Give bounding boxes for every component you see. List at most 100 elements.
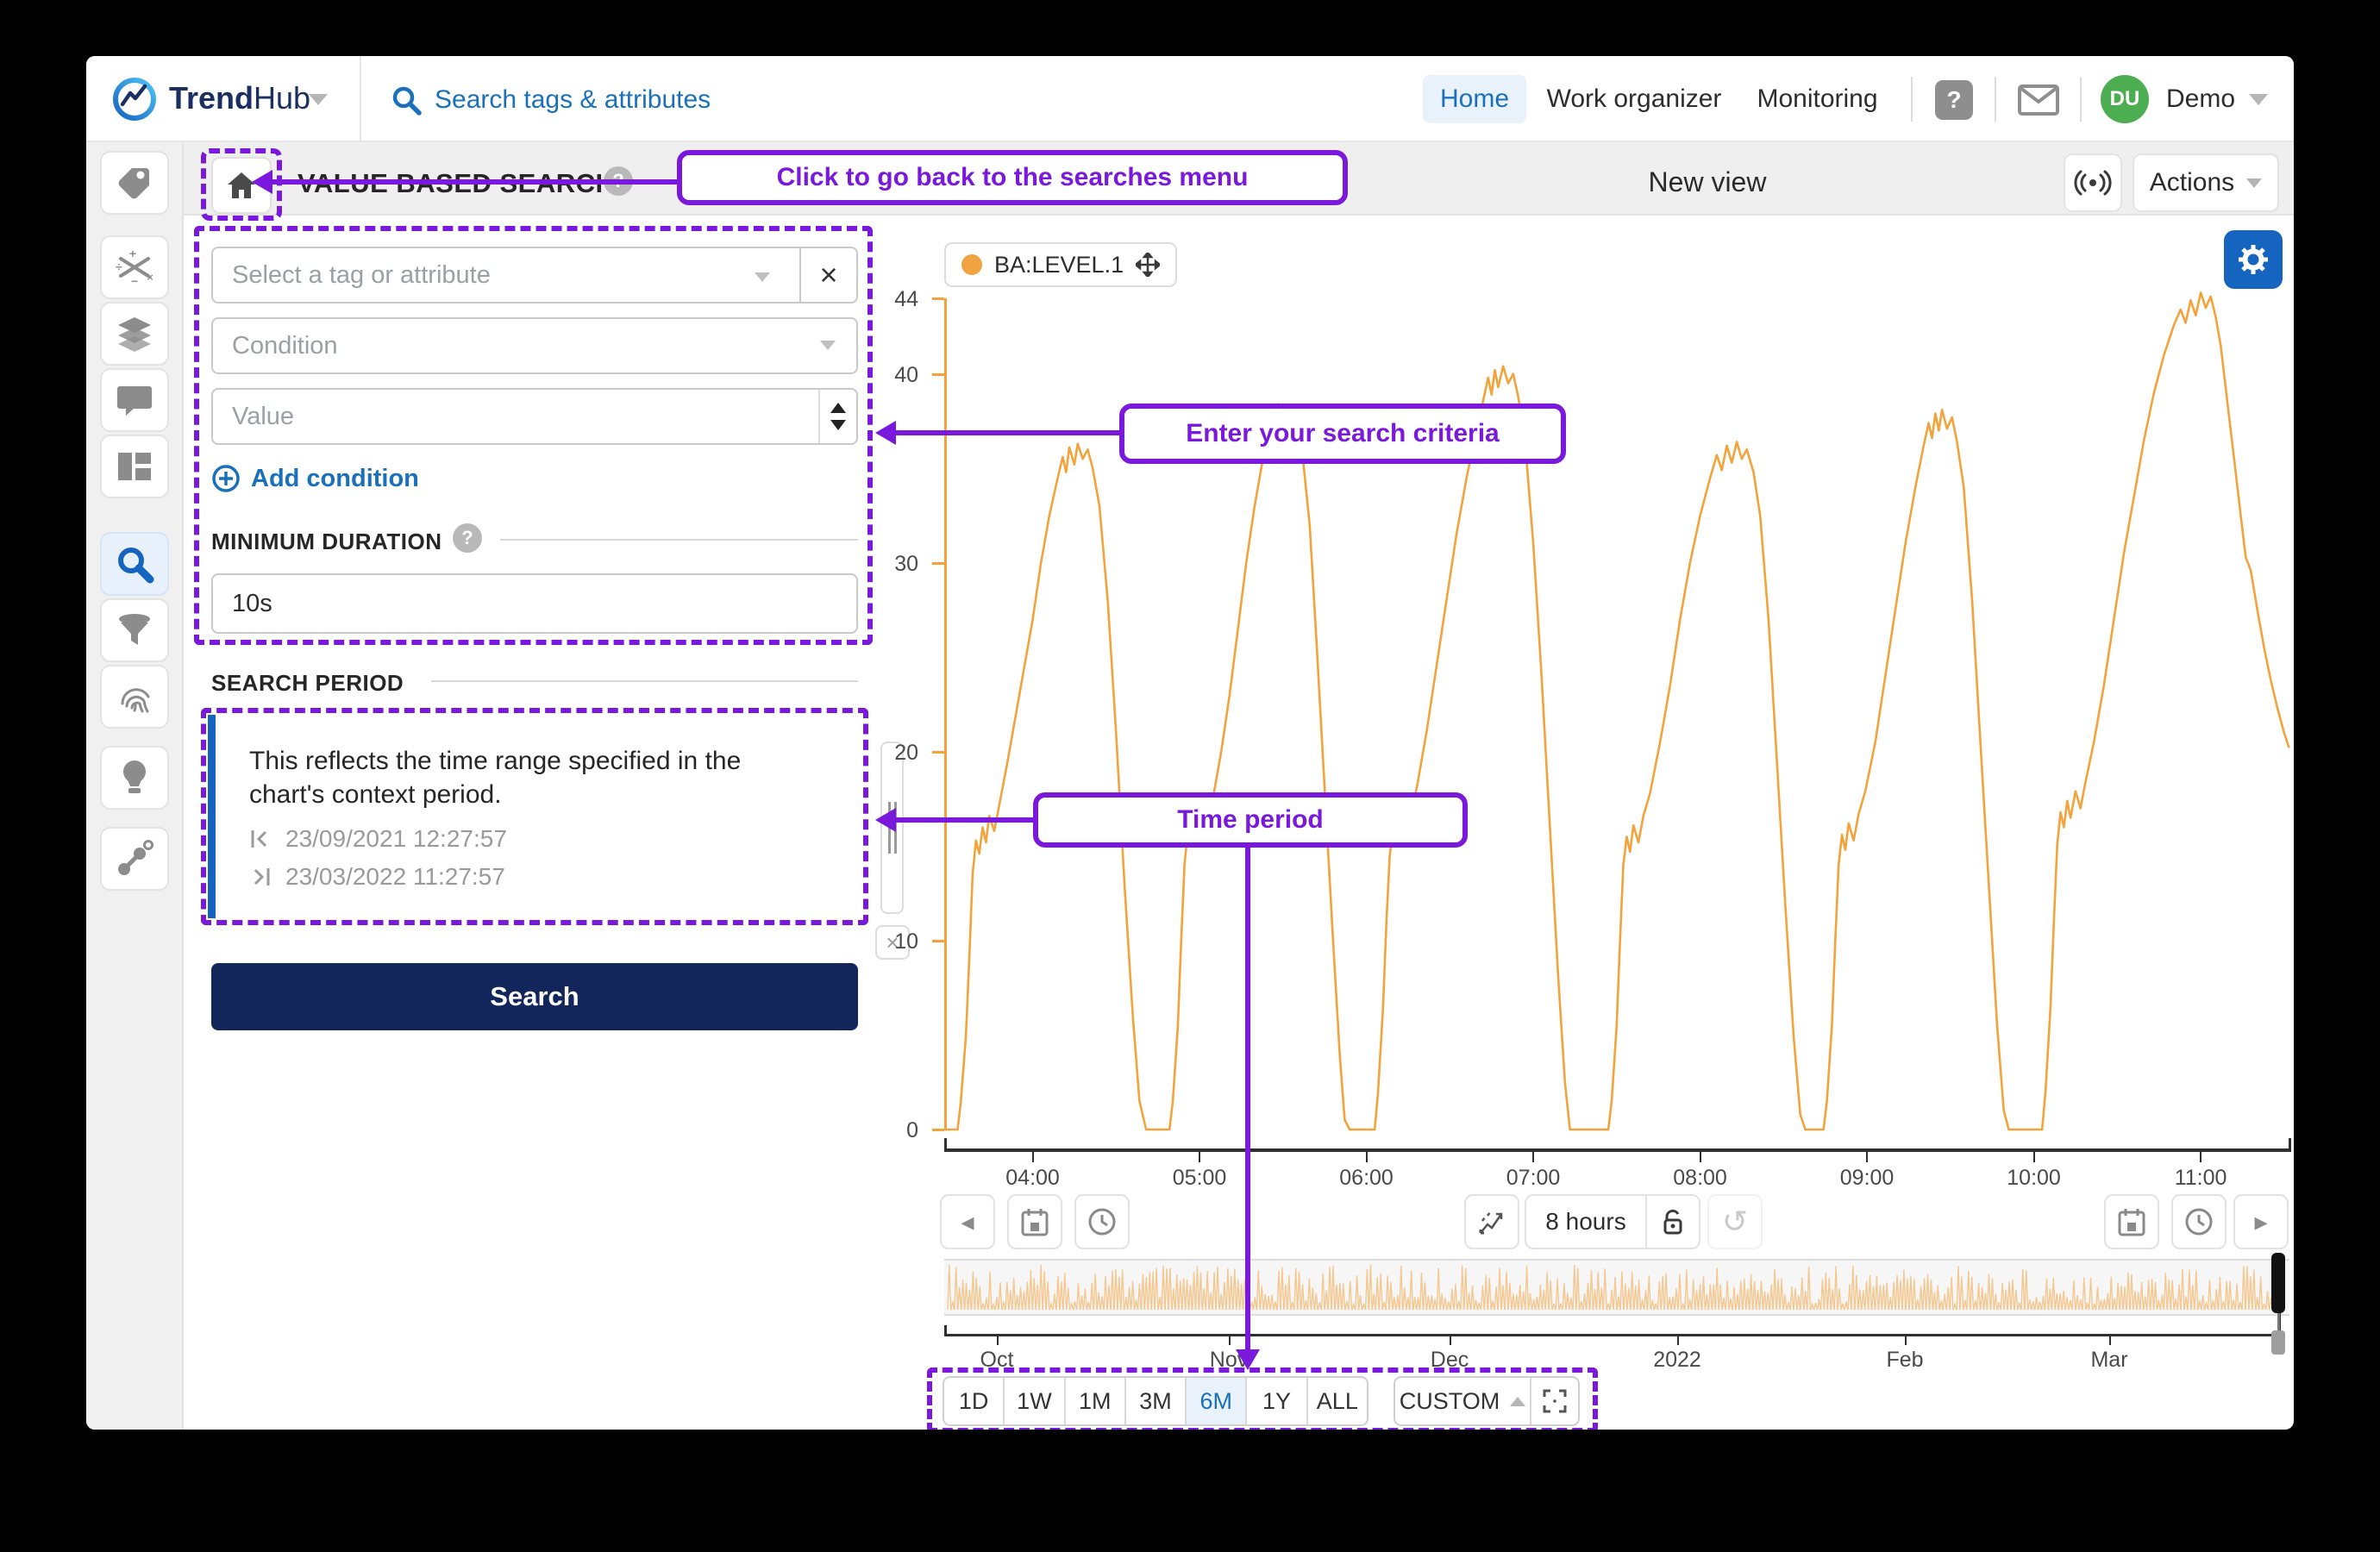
nav-tab-home[interactable]: Home xyxy=(1423,75,1526,123)
tag-clear-button[interactable]: × xyxy=(799,248,856,302)
period-annotation-down-arrowhead xyxy=(1236,1349,1260,1370)
context-axis-tick xyxy=(1905,1336,1907,1345)
top-navbar: TrendHub Search tags & attributes Home W… xyxy=(86,56,2294,142)
zoom-button-group: 1D1W1M3M6M1YALL xyxy=(943,1376,1368,1426)
condition-select[interactable] xyxy=(211,317,858,374)
connections-icon xyxy=(116,840,153,878)
sidebar-item-layers[interactable] xyxy=(100,302,169,366)
series-legend-chip[interactable]: BA:LEVEL.1 xyxy=(944,242,1177,287)
nav-tab-monitoring[interactable]: Monitoring xyxy=(1746,75,1888,123)
avatar[interactable]: DU xyxy=(2101,75,2149,123)
sidebar-item-fingerprint[interactable] xyxy=(100,665,169,729)
end-time-button[interactable] xyxy=(2171,1194,2227,1249)
custom-range-button[interactable]: CUSTOM xyxy=(1395,1378,1531,1424)
context-month-label: Dec xyxy=(1406,1348,1493,1373)
start-time-button[interactable] xyxy=(1074,1194,1130,1249)
sidebar-item-tags[interactable] xyxy=(100,151,169,215)
expand-icon xyxy=(1543,1389,1567,1413)
zoom-range-button-3m[interactable]: 3M xyxy=(1126,1378,1187,1424)
filter-icon xyxy=(116,613,153,648)
global-search-input[interactable]: Search tags & attributes xyxy=(435,84,711,116)
fingerprint-icon xyxy=(116,678,153,716)
series-legend-label: BA:LEVEL.1 xyxy=(994,252,1124,278)
context-month-label: 2022 xyxy=(1634,1348,1720,1373)
tag-select-input[interactable] xyxy=(213,248,765,302)
context-axis-left-cap xyxy=(944,1325,947,1336)
minimum-duration-field[interactable] xyxy=(211,573,858,634)
condition-caret-icon xyxy=(820,341,836,350)
sidebar-item-filter[interactable] xyxy=(100,598,169,662)
sidebar-item-comments[interactable] xyxy=(100,368,169,432)
value-input[interactable] xyxy=(213,390,799,443)
stepper-down-icon[interactable] xyxy=(830,420,846,430)
minimum-duration-input[interactable] xyxy=(213,575,856,632)
help-icon[interactable]: ? xyxy=(1935,80,1973,120)
search-period-card: This reflects the time range specified i… xyxy=(208,715,861,918)
minimum-duration-help-icon[interactable]: ? xyxy=(453,523,482,553)
sidebar-item-insights[interactable] xyxy=(100,746,169,810)
value-input-wrap[interactable] xyxy=(211,388,858,445)
app-window: TrendHub Search tags & attributes Home W… xyxy=(86,56,2294,1430)
live-mode-button[interactable] xyxy=(2064,153,2122,212)
user-menu[interactable]: Demo xyxy=(2166,75,2235,123)
chart-settings-button[interactable] xyxy=(2224,230,2283,289)
sidebar-item-connections[interactable] xyxy=(100,827,169,891)
fit-range-button[interactable] xyxy=(1531,1378,1578,1424)
value-stepper[interactable] xyxy=(818,390,856,443)
x-axis-left-cap xyxy=(944,1138,947,1152)
pan-left-button[interactable]: ◂ xyxy=(940,1194,995,1249)
context-axis-line xyxy=(944,1334,2281,1336)
live-broadcast-icon xyxy=(2074,170,2112,196)
nav-tab-work-organizer[interactable]: Work organizer xyxy=(1544,75,1725,123)
zoom-range-button-1w[interactable]: 1W xyxy=(1005,1378,1065,1424)
series-color-dot xyxy=(961,254,982,275)
pan-right-button[interactable]: ▸ xyxy=(2233,1194,2289,1249)
add-condition-label: Add condition xyxy=(251,465,419,493)
add-condition-link[interactable]: Add condition xyxy=(211,464,419,493)
context-overview-series xyxy=(948,1265,2279,1310)
compare-button[interactable] xyxy=(1464,1194,1519,1249)
context-month-label: Feb xyxy=(1862,1348,1948,1373)
navbar-divider xyxy=(1995,77,1996,122)
move-icon[interactable] xyxy=(1136,253,1160,277)
navbar-divider xyxy=(2080,77,2082,122)
actions-button[interactable]: Actions xyxy=(2133,153,2279,212)
x-axis-tick-label: 06:00 xyxy=(1324,1166,1410,1191)
y-axis-tick xyxy=(932,751,944,754)
period-annotation-line xyxy=(895,817,1033,823)
left-icon-rail: + ÷ × − xyxy=(86,142,184,1430)
brand-light: Hub xyxy=(254,80,310,116)
y-axis-tick-label: 20 xyxy=(858,741,918,766)
sidebar-item-search[interactable] xyxy=(100,532,169,596)
jump-end-date-button[interactable] xyxy=(2104,1194,2159,1249)
mail-icon[interactable] xyxy=(2018,84,2059,116)
condition-select-input[interactable] xyxy=(213,319,856,372)
x-axis-tick-label: 07:00 xyxy=(1490,1166,1576,1191)
x-axis-tick xyxy=(1532,1152,1534,1162)
history-reset-button[interactable]: ↺ xyxy=(1707,1194,1763,1249)
calculation-icon: + ÷ × − xyxy=(116,248,153,286)
context-scrubber-handle[interactable] xyxy=(2271,1253,2285,1313)
context-scrubber-grip[interactable] xyxy=(2271,1330,2285,1355)
duration-lock-button[interactable] xyxy=(1647,1196,1699,1248)
sidebar-item-dashboard[interactable] xyxy=(100,435,169,498)
tag-select[interactable]: × xyxy=(211,247,858,304)
brand-menu-caret-icon[interactable] xyxy=(309,94,328,105)
y-axis-tick-label: 10 xyxy=(858,929,918,954)
zoom-range-button-all[interactable]: ALL xyxy=(1308,1378,1367,1424)
context-overview-strip[interactable] xyxy=(944,1259,2289,1316)
jump-start-date-button[interactable] xyxy=(1007,1194,1062,1249)
zoom-range-button-6m[interactable]: 6M xyxy=(1187,1378,1247,1424)
zoom-range-button-1m[interactable]: 1M xyxy=(1066,1378,1126,1424)
zoom-range-button-1y[interactable]: 1Y xyxy=(1247,1378,1307,1424)
x-axis-tick xyxy=(1866,1152,1868,1162)
context-axis-tick xyxy=(1677,1336,1679,1345)
zoom-range-button-1d[interactable]: 1D xyxy=(944,1378,1005,1424)
brand-wordmark[interactable]: TrendHub xyxy=(169,80,310,116)
tag-icon xyxy=(116,165,153,201)
sidebar-item-calculations[interactable]: + ÷ × − xyxy=(100,235,169,299)
stepper-up-icon[interactable] xyxy=(830,403,846,413)
calendar-icon xyxy=(1021,1207,1049,1236)
search-button[interactable]: Search xyxy=(211,963,858,1030)
duration-label[interactable]: 8 hours xyxy=(1526,1196,1647,1248)
